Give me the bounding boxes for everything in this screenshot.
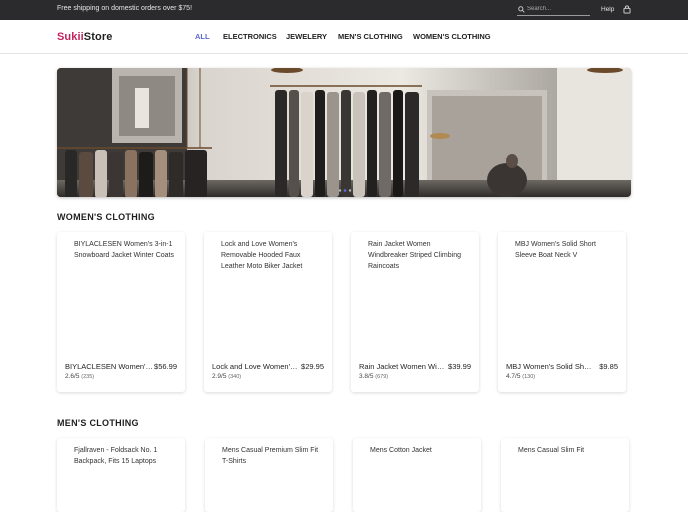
nav-all[interactable]: ALL [195,32,210,41]
hero-image [57,68,631,197]
product-card[interactable]: Lock and Love Women's Removable Hooded F… [204,232,332,392]
section-title-womens: WOMEN'S CLOTHING [57,212,155,222]
nav-womens-clothing[interactable]: WOMEN'S CLOTHING [413,32,491,41]
search-icon[interactable] [518,6,525,13]
product-rating: 2.9/5 (340) [212,373,242,380]
brand-name-part1: Sukii [57,31,84,43]
product-card[interactable]: Mens Casual Premium Slim Fit T-Shirts [205,438,333,512]
product-image-alt: Lock and Love Women's Removable Hooded F… [221,241,303,270]
nav-electronics[interactable]: ELECTRONICS [223,32,277,41]
product-card[interactable]: Mens Casual Slim Fit [501,438,629,512]
product-image-alt: Rain Jacket Women Windbreaker Striped Cl… [368,241,461,270]
product-image-alt: Mens Casual Slim Fit [518,447,585,454]
product-title[interactable]: Lock and Love Women's Removable Hooded F… [212,362,300,371]
rating-count: (130) [522,374,536,380]
product-price: $39.99 [448,362,471,371]
product-image-alt: MBJ Women's Solid Short Sleeve Boat Neck… [515,241,596,259]
rating-count: (235) [81,374,95,380]
product-card[interactable]: Fjallraven - Foldsack No. 1 Backpack, Fi… [57,438,185,512]
help-link[interactable]: Help [601,6,614,13]
brand-logo[interactable]: SukiiStore [57,31,112,43]
product-image-alt: Fjallraven - Foldsack No. 1 Backpack, Fi… [74,447,158,465]
product-card[interactable]: Rain Jacket Women Windbreaker Striped Cl… [351,232,479,392]
promo-text: Free shipping on domestic orders over $7… [57,5,193,12]
product-image-alt: Mens Cotton Jacket [370,447,432,454]
product-title[interactable]: MBJ Women's Solid Short Sleeve Boat Neck… [506,362,594,371]
rating-count: (679) [375,374,389,380]
rating-count: (340) [228,374,242,380]
product-image-alt: Mens Casual Premium Slim Fit T-Shirts [222,447,319,465]
search-input[interactable] [527,4,589,14]
top-bar: Free shipping on domestic orders over $7… [0,0,688,20]
product-price: $9.85 [599,362,618,371]
shopping-bag-icon[interactable] [623,5,631,14]
nav-jewelery[interactable]: JEWELERY [286,32,327,41]
product-price: $56.99 [154,362,177,371]
product-price: $29.95 [301,362,324,371]
product-rating: 2.6/5 (235) [65,373,95,380]
carousel-indicator-dots[interactable] [338,188,352,193]
section-title-mens: MEN'S CLOTHING [57,418,139,428]
product-rating: 3.8/5 (679) [359,373,389,380]
main-navbar: SukiiStore ALL ELECTRONICS JEWELERY MEN'… [0,20,688,54]
product-title[interactable]: BIYLACLESEN Women's 3-in-1 Snowboard Jac… [65,362,153,371]
brand-name-part2: Store [83,31,113,43]
product-rating: 4.7/5 (130) [506,373,536,380]
product-card[interactable]: Mens Cotton Jacket [353,438,481,512]
nav-mens-clothing[interactable]: MEN'S CLOTHING [338,32,403,41]
hero-banner[interactable] [57,68,631,197]
product-card[interactable]: MBJ Women's Solid Short Sleeve Boat Neck… [498,232,626,392]
product-title[interactable]: Rain Jacket Women Windbreaker Striped Cl… [359,362,447,371]
product-image-alt: BIYLACLESEN Women's 3-in-1 Snowboard Jac… [74,241,174,259]
search-box[interactable] [517,3,590,16]
product-card[interactable]: BIYLACLESEN Women's 3-in-1 Snowboard Jac… [57,232,185,392]
